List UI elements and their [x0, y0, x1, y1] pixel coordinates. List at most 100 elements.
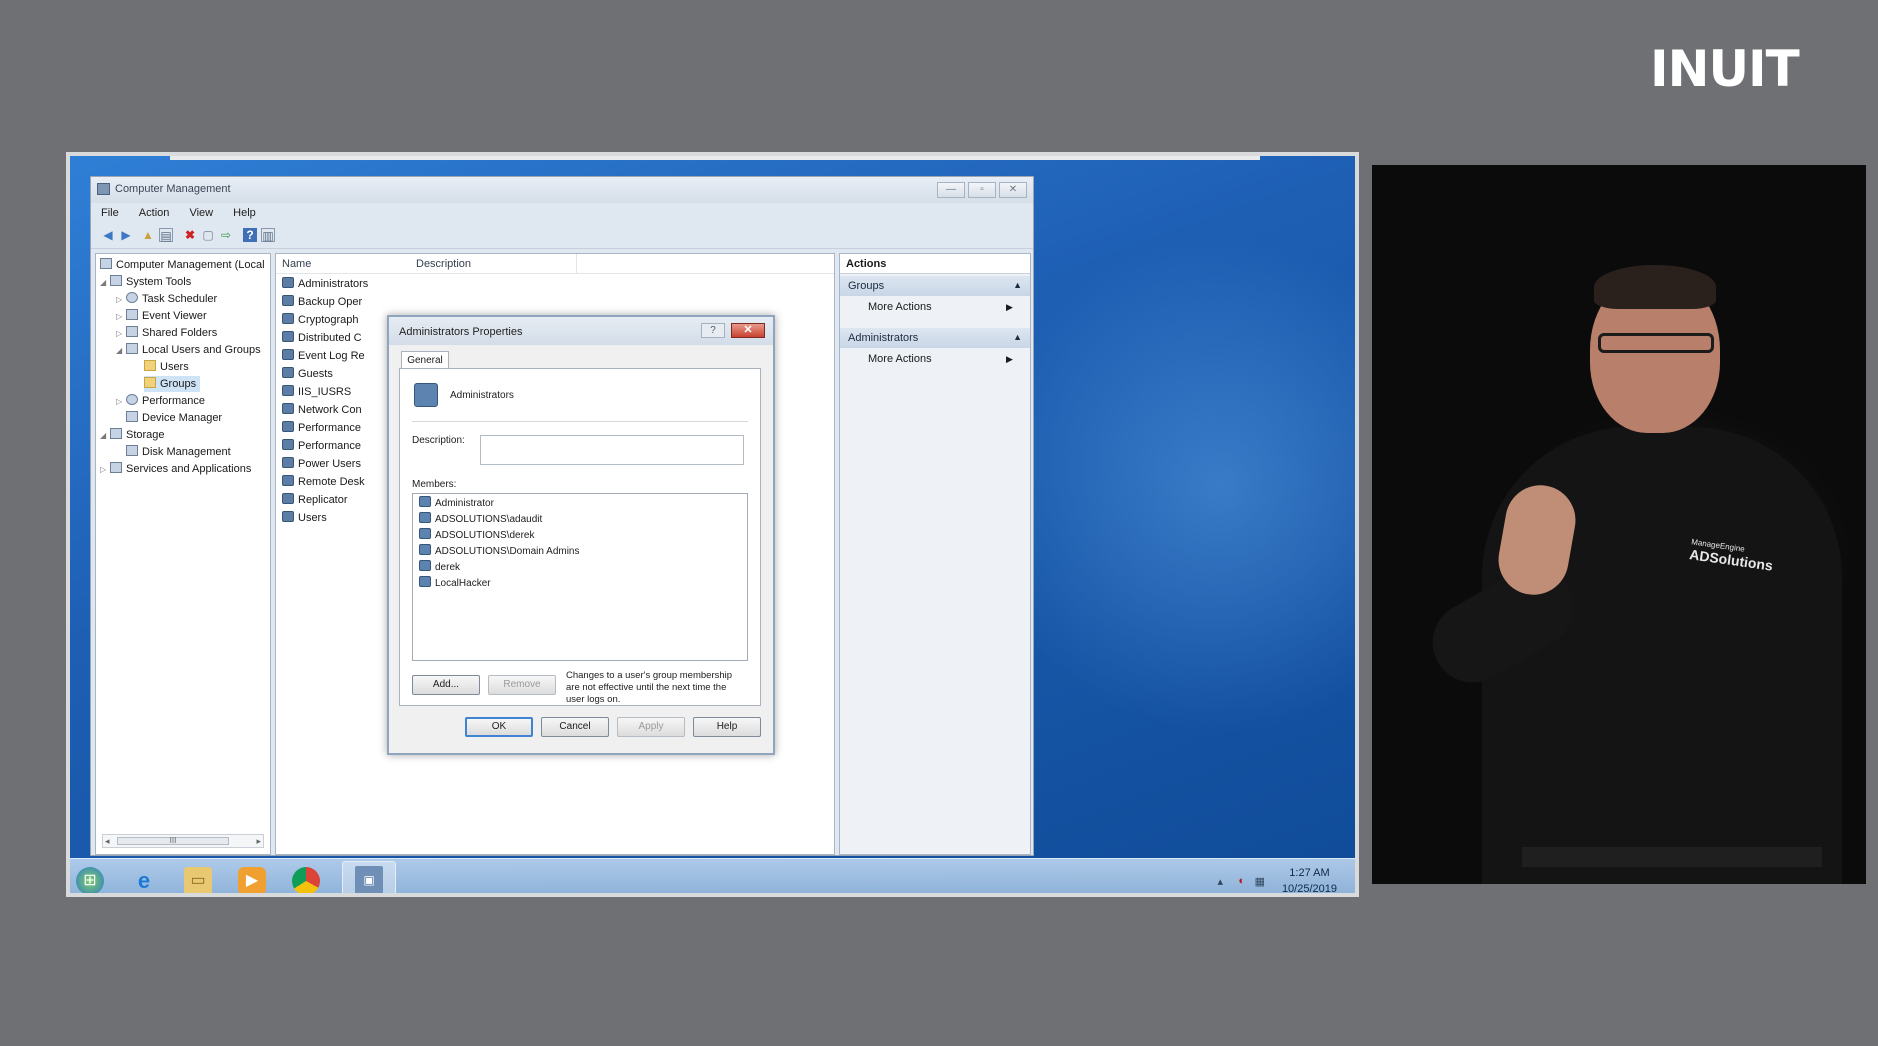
- help-button[interactable]: Help: [693, 717, 761, 737]
- expanded-triangle-icon[interactable]: ◢: [116, 343, 126, 359]
- tree-item-computer-management[interactable]: Computer Management (Local: [100, 257, 265, 273]
- list-item[interactable]: derek: [419, 560, 460, 576]
- dialog-close-button[interactable]: ✕: [731, 323, 765, 338]
- menu-view[interactable]: View: [179, 203, 220, 219]
- presenter-hair: [1594, 265, 1716, 309]
- network-icon[interactable]: ▦: [1255, 875, 1265, 888]
- apply-button[interactable]: Apply: [617, 717, 685, 737]
- list-item[interactable]: IIS_IUSRS: [282, 384, 351, 400]
- computer-icon: [100, 258, 112, 269]
- internet-explorer-icon[interactable]: e: [130, 867, 158, 893]
- show-hide-tree-icon[interactable]: ▤: [159, 228, 173, 243]
- media-player-icon[interactable]: ▶: [238, 867, 266, 893]
- list-item[interactable]: Power Users: [282, 456, 361, 472]
- list-item[interactable]: Guests: [282, 366, 333, 382]
- list-item[interactable]: Users: [282, 510, 327, 526]
- group-icon: [282, 475, 294, 486]
- system-clock[interactable]: 1:27 AM 10/25/2019: [1282, 865, 1337, 893]
- tree-item-storage[interactable]: ◢ Storage: [100, 427, 165, 443]
- cancel-button[interactable]: Cancel: [541, 717, 609, 737]
- list-item[interactable]: Backup Oper: [282, 294, 362, 310]
- list-item[interactable]: Performance: [282, 438, 361, 454]
- column-header-description[interactable]: Description: [416, 258, 471, 270]
- expanded-triangle-icon[interactable]: ◢: [100, 275, 110, 291]
- description-input[interactable]: [480, 435, 744, 465]
- list-item[interactable]: ADSOLUTIONS\adaudit: [419, 512, 542, 528]
- show-hidden-icons-icon[interactable]: ▴: [1217, 875, 1223, 888]
- back-arrow-icon[interactable]: ◀: [101, 228, 115, 242]
- collapsed-triangle-icon[interactable]: ▷: [116, 326, 126, 342]
- tree-item-groups[interactable]: Groups: [144, 376, 201, 392]
- list-item[interactable]: Distributed C: [282, 330, 362, 346]
- group-icon: [419, 544, 431, 555]
- list-item[interactable]: LocalHacker: [419, 576, 491, 592]
- taskbar-computer-management[interactable]: ▣: [342, 861, 396, 893]
- scrollbar-thumb[interactable]: III: [117, 837, 229, 845]
- scroll-right-arrow-icon[interactable]: ▸: [256, 836, 261, 847]
- properties-icon[interactable]: ▢: [201, 228, 215, 242]
- list-item[interactable]: Administrators: [282, 276, 368, 292]
- menu-help[interactable]: Help: [223, 203, 263, 219]
- tree-item-event-viewer[interactable]: ▷ Event Viewer: [116, 308, 207, 324]
- collapsed-triangle-icon[interactable]: ▷: [116, 309, 126, 325]
- members-list[interactable]: Administrator ADSOLUTIONS\adaudit ADSOLU…: [412, 493, 748, 661]
- list-item[interactable]: Remote Desk: [282, 474, 365, 490]
- tree-item-performance[interactable]: ▷ Performance: [116, 393, 205, 409]
- more-actions-groups[interactable]: More Actions ▶: [868, 298, 1013, 316]
- list-item[interactable]: ADSOLUTIONS\Domain Admins: [419, 544, 580, 560]
- column-divider[interactable]: [576, 254, 577, 274]
- column-header-name[interactable]: Name: [282, 258, 311, 270]
- more-actions-administrators[interactable]: More Actions ▶: [868, 350, 1013, 368]
- scroll-left-arrow-icon[interactable]: ◂: [105, 836, 110, 847]
- chrome-icon[interactable]: [292, 867, 320, 893]
- list-item[interactable]: Cryptograph: [282, 312, 359, 328]
- tab-general[interactable]: General: [401, 351, 449, 369]
- dialog-titlebar[interactable]: Administrators Properties ? ✕: [389, 317, 773, 345]
- forward-arrow-icon[interactable]: ▶: [119, 228, 133, 242]
- start-orb-icon[interactable]: ⊞: [76, 867, 104, 893]
- menu-action[interactable]: Action: [129, 203, 177, 219]
- actions-section-administrators[interactable]: Administrators ▲: [840, 328, 1030, 348]
- dialog-help-button[interactable]: ?: [701, 323, 725, 338]
- remove-member-button[interactable]: Remove: [488, 675, 556, 695]
- menu-file[interactable]: File: [91, 203, 126, 219]
- tree-item-disk-management[interactable]: Disk Management: [126, 444, 231, 460]
- tree-item-task-scheduler[interactable]: ▷ Task Scheduler: [116, 291, 217, 307]
- tree-item-system-tools[interactable]: ◢ System Tools: [100, 274, 191, 290]
- list-item[interactable]: Performance: [282, 420, 361, 436]
- expanded-triangle-icon[interactable]: ◢: [100, 428, 110, 444]
- tree-item-shared-folders[interactable]: ▷ Shared Folders: [116, 325, 217, 341]
- tree-item-services-and-applications[interactable]: ▷ Services and Applications: [100, 461, 251, 477]
- volume-icon[interactable]: ◐: [1238, 875, 1245, 887]
- minimize-button[interactable]: —: [937, 182, 965, 198]
- tree-item-users[interactable]: Users: [144, 359, 189, 375]
- computer-management-icon: [97, 183, 110, 195]
- show-hide-action-pane-icon[interactable]: ▥: [261, 228, 275, 243]
- collapse-up-icon[interactable]: ▲: [1013, 332, 1022, 342]
- tree-horizontal-scrollbar[interactable]: ◂ III ▸: [102, 834, 264, 848]
- tree-item-local-users-and-groups[interactable]: ◢ Local Users and Groups: [116, 342, 261, 358]
- group-icon: [282, 313, 294, 324]
- delete-icon[interactable]: ✖: [183, 228, 197, 242]
- list-item[interactable]: Network Con: [282, 402, 362, 418]
- close-button[interactable]: ✕: [999, 182, 1027, 198]
- window-titlebar[interactable]: Computer Management — ▫ ✕: [91, 177, 1033, 203]
- up-folder-icon[interactable]: ▲: [141, 228, 155, 242]
- ok-button[interactable]: OK: [465, 717, 533, 737]
- maximize-button[interactable]: ▫: [968, 182, 996, 198]
- collapse-up-icon[interactable]: ▲: [1013, 280, 1022, 290]
- actions-section-groups[interactable]: Groups ▲: [840, 276, 1030, 296]
- presenter-video: ManageEngine ADSolutions: [1372, 165, 1866, 884]
- list-item[interactable]: ADSOLUTIONS\derek: [419, 528, 534, 544]
- tree-item-device-manager[interactable]: Device Manager: [126, 410, 222, 426]
- collapsed-triangle-icon[interactable]: ▷: [116, 292, 126, 308]
- collapsed-triangle-icon[interactable]: ▷: [116, 394, 126, 410]
- collapsed-triangle-icon[interactable]: ▷: [100, 462, 110, 478]
- list-item[interactable]: Event Log Re: [282, 348, 365, 364]
- help-icon[interactable]: ?: [243, 228, 257, 242]
- add-member-button[interactable]: Add...: [412, 675, 480, 695]
- list-item[interactable]: Replicator: [282, 492, 348, 508]
- file-explorer-icon[interactable]: ▭: [184, 867, 212, 893]
- export-list-icon[interactable]: ⇨: [219, 228, 233, 242]
- list-item[interactable]: Administrator: [419, 496, 494, 512]
